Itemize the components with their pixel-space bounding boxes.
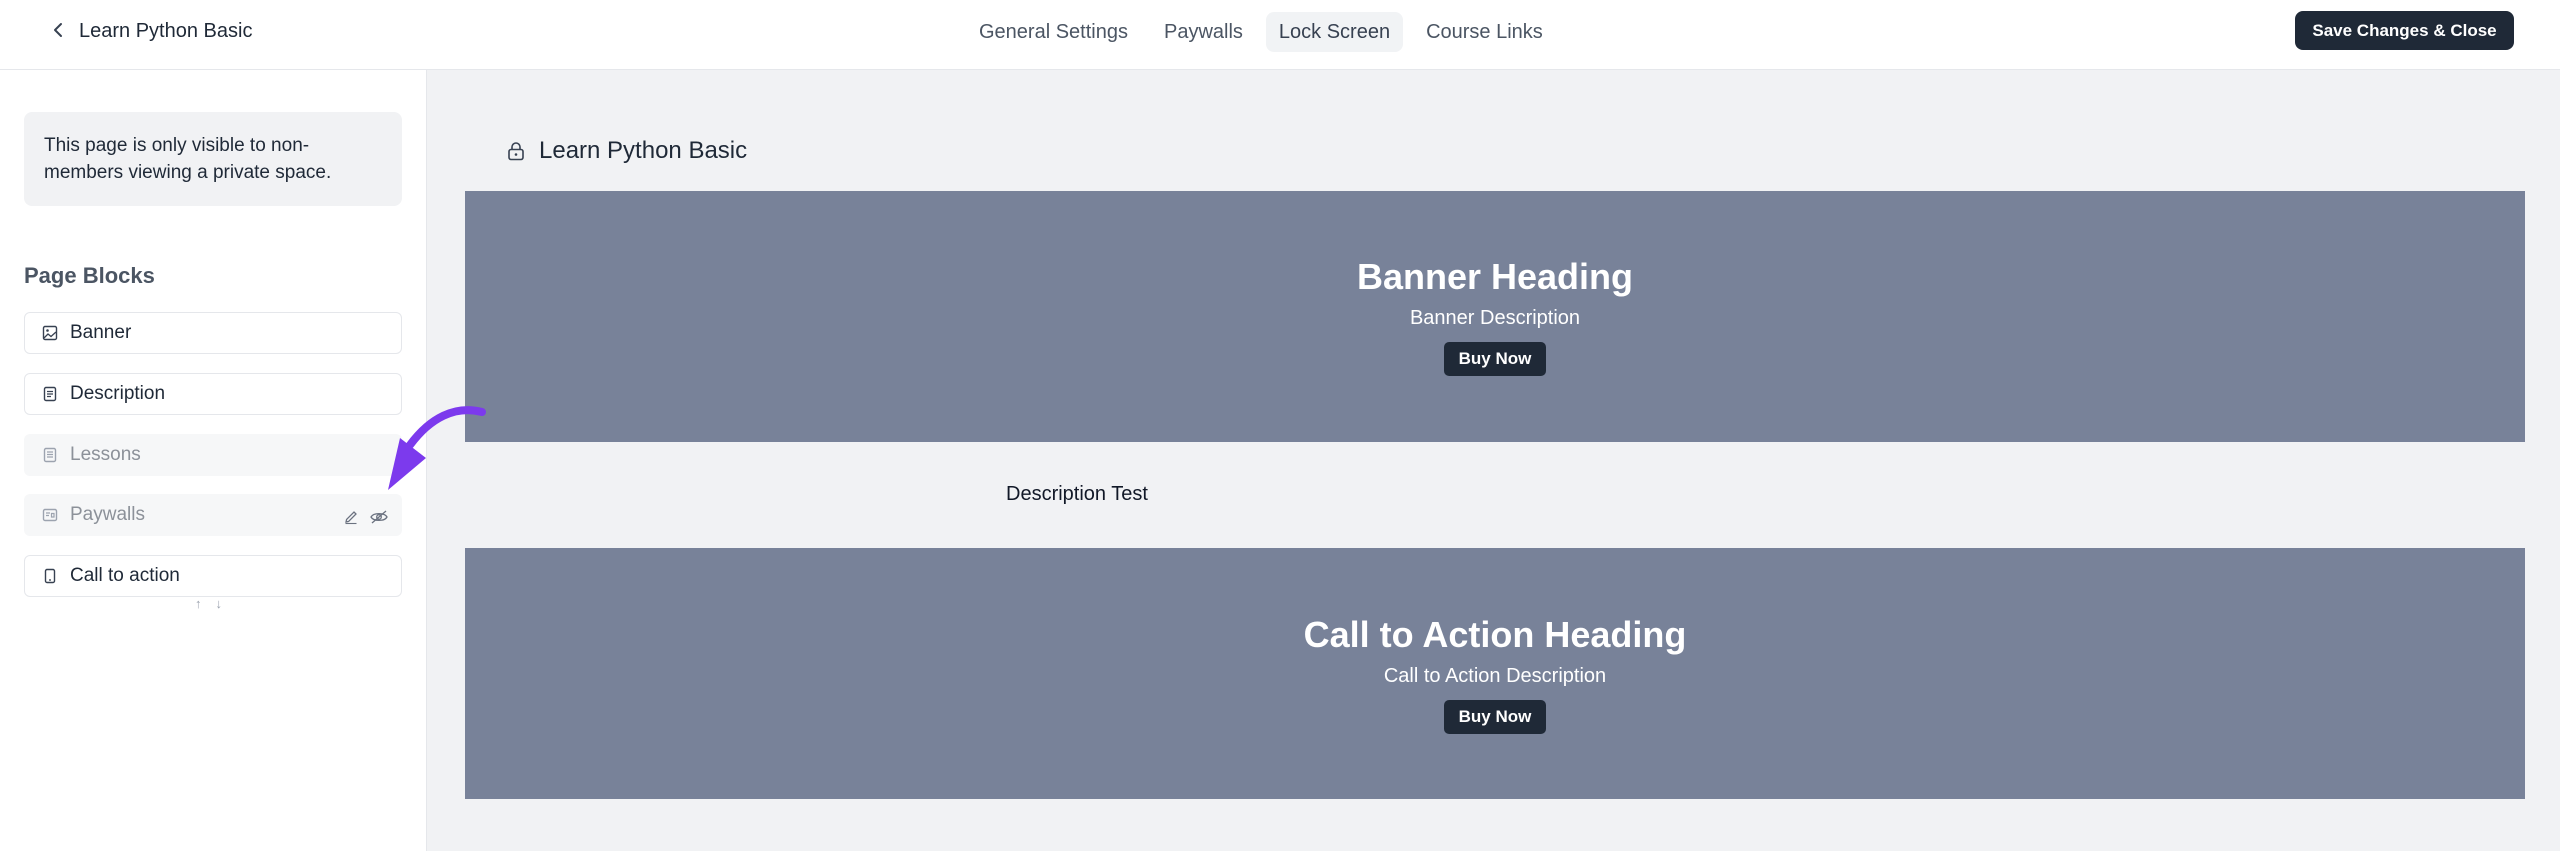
tab-lock-screen[interactable]: Lock Screen [1265, 12, 1404, 52]
call-to-action-block: Call to Action Heading Call to Action De… [465, 548, 2525, 799]
block-label: Paywalls [70, 504, 145, 525]
list-icon [41, 446, 59, 464]
move-up-arrow-icon[interactable]: ↑ [195, 596, 202, 611]
move-down-arrow-icon[interactable]: ↓ [216, 596, 223, 611]
banner-description: Banner Description [1409, 307, 1581, 329]
tab-course-links[interactable]: Course Links [1413, 12, 1556, 52]
private-space-notice: This page is only visible to non-members… [24, 112, 402, 206]
course-title: Learn Python Basic [79, 20, 253, 42]
cta-buy-now-button[interactable]: Buy Now [1444, 700, 1546, 734]
cta-heading: Call to Action Heading [1303, 614, 1687, 655]
eye-hidden-icon[interactable] [369, 507, 389, 527]
paywall-icon [41, 506, 59, 524]
preview-title-text: Learn Python Basic [539, 137, 748, 164]
banner-heading: Banner Heading [1356, 256, 1634, 297]
settings-tabs: General Settings Paywalls Lock Screen Co… [966, 12, 1556, 52]
annotation-arrow-icon [388, 406, 486, 490]
block-lessons[interactable]: Lessons [24, 434, 402, 476]
cta-description: Call to Action Description [1383, 665, 1607, 687]
tab-paywalls[interactable]: Paywalls [1151, 12, 1256, 52]
mobile-icon [41, 567, 59, 585]
banner-buy-now-button[interactable]: Buy Now [1444, 342, 1546, 376]
top-bar: Learn Python Basic General Settings Payw… [0, 0, 2560, 70]
edit-pencil-icon[interactable] [341, 507, 361, 527]
tab-general-settings[interactable]: General Settings [966, 12, 1141, 52]
image-icon [41, 324, 59, 342]
page-blocks-heading: Page Blocks [24, 263, 155, 288]
block-description[interactable]: Description [24, 373, 402, 415]
block-label: Lessons [70, 444, 141, 465]
block-label: Banner [70, 322, 132, 343]
block-actions [341, 507, 389, 527]
block-paywalls[interactable]: Paywalls [24, 494, 402, 536]
lock-icon [505, 140, 527, 162]
block-label: Description [70, 383, 166, 404]
save-changes-close-button[interactable]: Save Changes & Close [2295, 11, 2514, 50]
preview-title: Learn Python Basic [505, 137, 747, 165]
document-icon [41, 385, 59, 403]
block-banner[interactable]: Banner [24, 312, 402, 354]
description-text: Description Test [1006, 483, 1148, 505]
banner-block: Banner Heading Banner Description Buy No… [465, 191, 2525, 442]
back-chevron-icon[interactable] [46, 18, 70, 42]
block-label: Call to action [70, 565, 180, 586]
block-call-to-action[interactable]: Call to action [24, 555, 402, 597]
reorder-arrows: ↑ ↓ [195, 596, 222, 611]
